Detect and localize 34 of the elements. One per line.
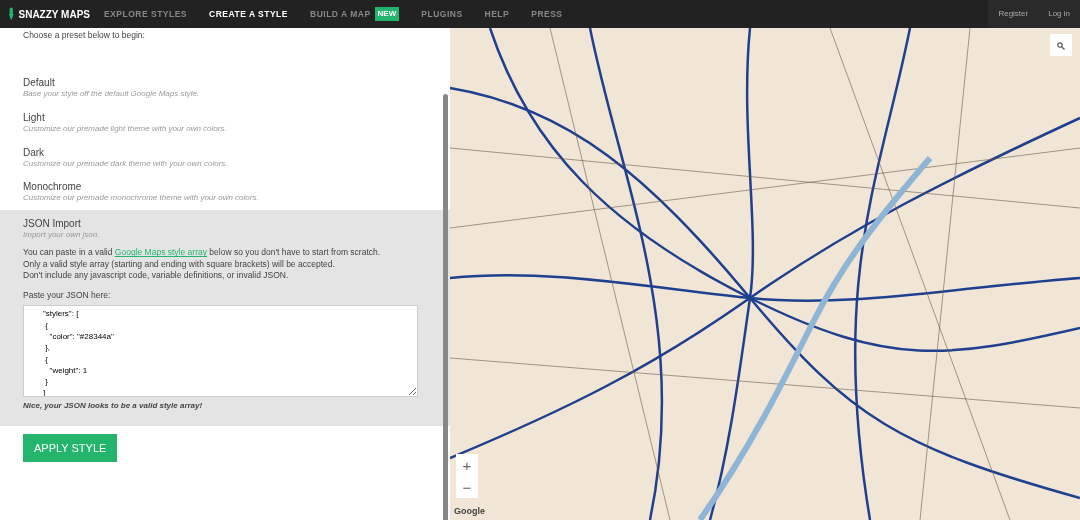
preset-panel[interactable]	[0, 209, 450, 426]
validation-message: Nice, your JSON looks to be a valid style array!	[23, 401, 204, 411]
preset-title[interactable]: Monochrome	[23, 181, 427, 194]
account-link[interactable]: Register	[988, 8, 1039, 20]
import-instructions: Only a valid style array (starting and ending with square brackets) will be accepted.	[23, 258, 336, 271]
account-link[interactable]: Log in	[1038, 8, 1080, 20]
search-icon	[1057, 41, 1065, 50]
pin-logo-icon	[8, 6, 15, 22]
nav-link[interactable]: PLUGINS	[421, 7, 463, 21]
json-input-field[interactable]: "stylers": [ { "color": "#28344a" }, { "weight": 1 } ]	[23, 305, 418, 398]
new-badge: NEW	[374, 7, 400, 21]
preset-title[interactable]: JSON Import	[23, 217, 427, 230]
preset-title[interactable]: Dark	[23, 146, 427, 159]
preset-title[interactable]: Default	[23, 77, 427, 90]
nav-link[interactable]: PRESS	[531, 7, 563, 21]
preset-title[interactable]: Light	[23, 112, 427, 125]
intro-text: Choose a preset below to begin:	[22, 29, 146, 42]
preset-description: Customize our premade light theme with your own colors.	[23, 124, 228, 134]
preset-description: Import your own json.	[23, 229, 101, 240]
import-instructions: You can paste in a valid Google Maps style array below so you don't have to start from scratch.	[23, 247, 382, 259]
preset-description: Customize our premade dark theme with your own colors.	[23, 158, 229, 169]
import-instructions: Don't include any javascript code, variable definitions, or invalid JSON.	[23, 270, 290, 282]
brand-name[interactable]: SNAZZY MAPS	[18, 6, 90, 22]
preset-description: Customize our premade monochrome theme with your own colors.	[23, 193, 260, 203]
nav-link[interactable]: HELP	[484, 7, 510, 21]
preset-description: Base your style off the default Google Maps style.	[23, 89, 201, 100]
scrollbar-thumb[interactable]	[443, 94, 448, 520]
nav-link[interactable]: BUILD A MAP	[310, 7, 371, 21]
map-drawing[interactable]: + − Google	[450, 28, 1080, 520]
map-attribution: Google	[454, 504, 485, 518]
nav-link[interactable]: EXPLORE STYLES	[104, 7, 188, 21]
field-label: Paste your JSON here:	[23, 289, 112, 302]
search-button[interactable]	[1050, 34, 1072, 56]
nav-link[interactable]: CREATE A STYLE	[209, 7, 288, 21]
